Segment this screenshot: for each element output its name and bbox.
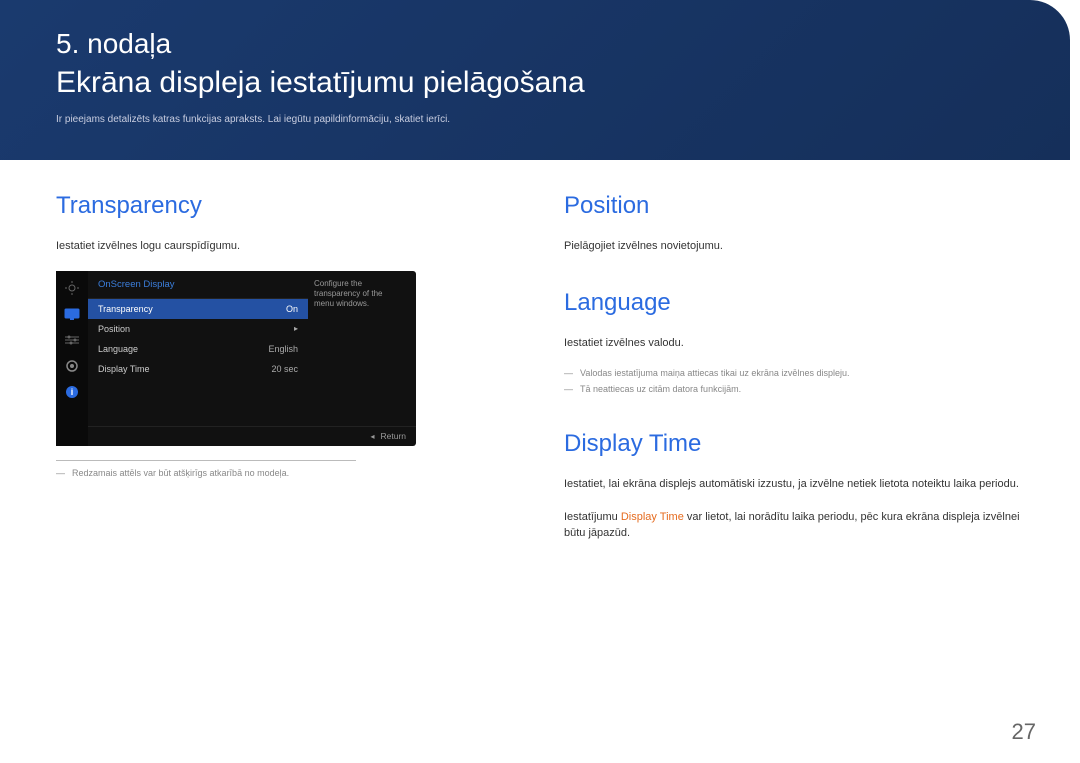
osd-row-language[interactable]: Language English — [88, 339, 308, 359]
osd-row-label: Transparency — [98, 304, 153, 314]
chapter-number: 5. nodaļa — [56, 28, 1014, 60]
transparency-heading: Transparency — [56, 192, 516, 220]
inline-highlight: Display Time — [621, 511, 684, 523]
left-column: Transparency Iestatiet izvēlnes logu cau… — [56, 192, 516, 576]
osd-footer: ◂ Return — [88, 426, 416, 446]
chapter-title: Ekrāna displeja iestatījumu pielāgošana — [56, 66, 1014, 100]
screenshot-footnote: ― Redzamais attēls var būt atšķirīgs atk… — [56, 467, 516, 481]
right-column: Position Pielāgojiet izvēlnes novietojum… — [564, 192, 1024, 576]
monitor-icon — [63, 307, 81, 321]
osd-row-display-time[interactable]: Display Time 20 sec — [88, 359, 308, 379]
gear-icon — [63, 359, 81, 373]
osd-row-position[interactable]: Position ▸ — [88, 319, 308, 339]
osd-row-value: English — [268, 344, 298, 354]
dash-icon: ― — [56, 467, 68, 481]
back-caret-icon: ◂ — [370, 432, 374, 441]
display-time-desc2: Iestatījumu Display Time var lietot, lai… — [564, 509, 1024, 542]
language-note-1: ― Valodas iestatījuma maiņa attiecas tik… — [564, 367, 1024, 381]
position-heading: Position — [564, 192, 1024, 220]
sliders-icon — [63, 333, 81, 347]
osd-row-transparency[interactable]: Transparency On — [88, 299, 308, 319]
osd-main: OnScreen Display Transparency On Positio… — [88, 271, 416, 446]
display-time-section: Display Time Iestatiet, lai ekrāna displ… — [564, 430, 1024, 542]
display-time-heading: Display Time — [564, 430, 1024, 458]
osd-row-value: On — [286, 304, 298, 314]
content-area: Transparency Iestatiet izvēlnes logu cau… — [0, 160, 1080, 596]
position-section: Position Pielāgojiet izvēlnes novietojum… — [564, 192, 1024, 255]
dash-icon: ― — [564, 367, 576, 381]
language-note-2: ― Tā neattiecas uz citām datora funkcijā… — [564, 383, 1024, 397]
language-desc: Iestatiet izvēlnes valodu. — [564, 335, 1024, 352]
osd-row-label: Position — [98, 324, 130, 334]
osd-row-label: Language — [98, 344, 138, 354]
page-number: 27 — [1012, 719, 1036, 745]
osd-menu-column: OnScreen Display Transparency On Positio… — [88, 271, 308, 446]
footnote-rule — [56, 460, 356, 461]
transparency-desc: Iestatiet izvēlnes logu caurspīdīgumu. — [56, 238, 516, 255]
osd-row-value: 20 sec — [271, 364, 298, 374]
chapter-header: 5. nodaļa Ekrāna displeja iestatījumu pi… — [0, 0, 1070, 160]
language-heading: Language — [564, 289, 1024, 317]
chevron-right-icon: ▸ — [294, 324, 298, 333]
footnote-text: Tā neattiecas uz citām datora funkcijām. — [580, 383, 741, 397]
display-time-desc1: Iestatiet, lai ekrāna displejs automātis… — [564, 476, 1024, 493]
osd-description: Configure the transparency of the menu w… — [308, 271, 398, 446]
osd-menu-title: OnScreen Display — [88, 271, 308, 299]
info-icon: i — [63, 385, 81, 399]
position-desc: Pielāgojiet izvēlnes novietojumu. — [564, 238, 1024, 255]
osd-return-label[interactable]: Return — [380, 431, 406, 441]
svg-text:i: i — [71, 387, 74, 397]
osd-screenshot: i OnScreen Display Transparency On Posit… — [56, 271, 416, 446]
brightness-icon — [63, 281, 81, 295]
language-section: Language Iestatiet izvēlnes valodu. ― Va… — [564, 289, 1024, 397]
dash-icon: ― — [564, 383, 576, 397]
osd-sidebar: i — [56, 271, 88, 446]
chapter-description: Ir pieejams detalizēts katras funkcijas … — [56, 114, 1014, 125]
osd-row-label: Display Time — [98, 364, 150, 374]
footnote-text: Redzamais attēls var būt atšķirīgs atkar… — [72, 467, 289, 481]
footnote-text: Valodas iestatījuma maiņa attiecas tikai… — [580, 367, 849, 381]
